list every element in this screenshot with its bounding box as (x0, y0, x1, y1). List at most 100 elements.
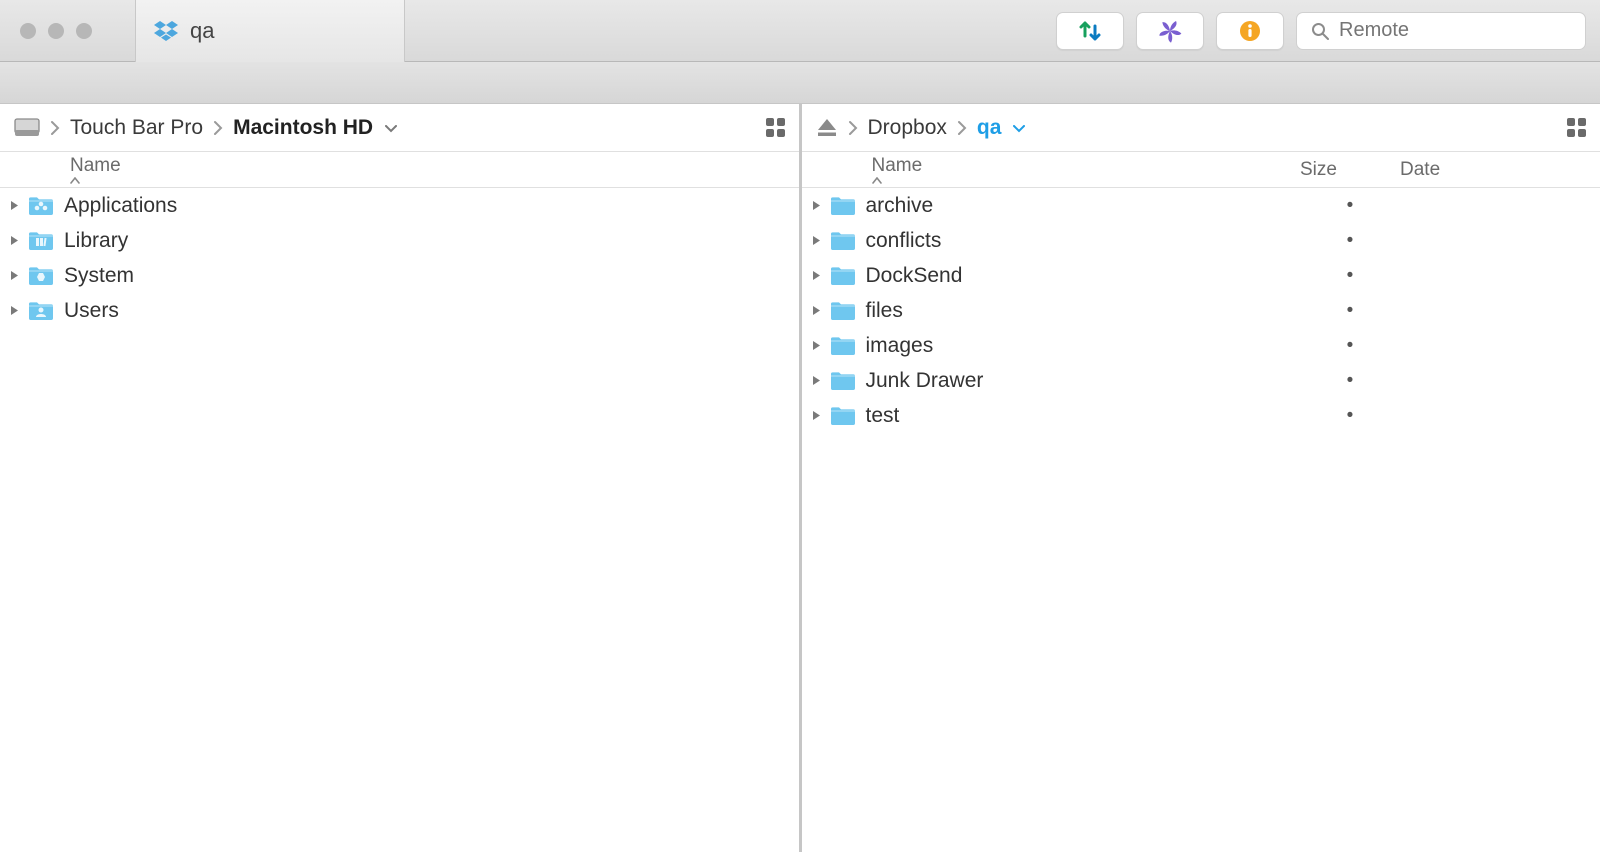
left-pane: Touch Bar Pro Macintosh HD Name (0, 104, 802, 852)
left-column-header: Name (0, 152, 799, 188)
disclosure-triangle-icon[interactable] (812, 235, 830, 246)
eject-icon[interactable] (816, 118, 838, 138)
disclosure-triangle-icon[interactable] (812, 340, 830, 351)
item-name: Library (64, 229, 799, 253)
folder-icon (28, 300, 64, 322)
item-size: • (1300, 195, 1400, 217)
breadcrumb-macintosh-hd[interactable]: Macintosh HD (233, 116, 397, 140)
grid-view-button[interactable] (1567, 118, 1586, 137)
close-window-button[interactable] (20, 23, 36, 39)
item-name: conflicts (866, 229, 1301, 253)
column-size-header[interactable]: Size (1300, 159, 1400, 181)
item-name: images (866, 334, 1301, 358)
dropbox-icon (154, 19, 178, 43)
folder-icon (830, 335, 866, 357)
item-size: • (1300, 265, 1400, 287)
item-name: files (866, 299, 1301, 323)
chevron-right-icon (50, 120, 60, 136)
info-icon (1239, 20, 1261, 42)
file-row[interactable]: archive• (802, 188, 1600, 223)
file-row[interactable]: Library (0, 223, 799, 258)
file-row[interactable]: Users (0, 293, 799, 328)
disclosure-triangle-icon[interactable] (10, 235, 28, 246)
folder-icon (28, 230, 64, 252)
sort-asc-icon (872, 177, 1301, 184)
sort-asc-icon (70, 177, 799, 184)
info-button[interactable] (1216, 12, 1284, 50)
column-name-header[interactable]: Name (802, 155, 1301, 184)
column-name-header[interactable]: Name (0, 155, 799, 184)
grid-view-button[interactable] (766, 118, 785, 137)
item-name: Applications (64, 194, 799, 218)
column-date-header[interactable]: Date (1400, 159, 1600, 181)
right-file-list: archive•conflicts•DockSend•files•images•… (802, 188, 1600, 852)
file-row[interactable]: System (0, 258, 799, 293)
item-name: Users (64, 299, 799, 323)
search-input[interactable] (1339, 19, 1571, 42)
item-name: archive (866, 194, 1301, 218)
search-field[interactable] (1296, 12, 1586, 50)
folder-icon (28, 195, 64, 217)
chevron-down-icon (1013, 125, 1025, 133)
file-row[interactable]: test• (802, 398, 1600, 433)
activity-button[interactable] (1136, 12, 1204, 50)
folder-icon (830, 230, 866, 252)
secondary-toolbar (0, 62, 1600, 104)
folder-icon (830, 300, 866, 322)
item-name: test (866, 404, 1301, 428)
folder-icon (830, 405, 866, 427)
disclosure-triangle-icon[interactable] (812, 410, 830, 421)
tab-title: qa (190, 18, 214, 44)
column-label: Name (70, 155, 121, 176)
item-size: • (1300, 335, 1400, 357)
disclosure-triangle-icon[interactable] (10, 200, 28, 211)
breadcrumb-dropbox[interactable]: Dropbox (868, 116, 947, 140)
toolbar (1056, 12, 1600, 50)
breadcrumb-qa[interactable]: qa (977, 116, 1025, 140)
item-size: • (1300, 405, 1400, 427)
window-controls (0, 23, 135, 39)
disclosure-triangle-icon[interactable] (812, 375, 830, 386)
right-breadcrumb-bar: Dropbox qa (802, 104, 1600, 152)
file-row[interactable]: images• (802, 328, 1600, 363)
disclosure-triangle-icon[interactable] (812, 305, 830, 316)
left-breadcrumb-bar: Touch Bar Pro Macintosh HD (0, 104, 799, 152)
breadcrumb-label: Macintosh HD (233, 116, 373, 139)
folder-icon (830, 265, 866, 287)
grid-icon (1567, 118, 1586, 137)
item-size: • (1300, 370, 1400, 392)
file-row[interactable]: DockSend• (802, 258, 1600, 293)
right-pane: Dropbox qa Name Size D (802, 104, 1600, 852)
search-icon (1311, 22, 1329, 40)
chevron-right-icon (957, 120, 967, 136)
disclosure-triangle-icon[interactable] (812, 270, 830, 281)
tab-qa[interactable]: qa (135, 0, 405, 62)
chevron-down-icon (385, 125, 397, 133)
file-row[interactable]: conflicts• (802, 223, 1600, 258)
column-label: Name (872, 155, 923, 176)
disclosure-triangle-icon[interactable] (10, 270, 28, 281)
sync-button[interactable] (1056, 12, 1124, 50)
file-row[interactable]: Applications (0, 188, 799, 223)
zoom-window-button[interactable] (76, 23, 92, 39)
local-drive-icon[interactable] (14, 118, 40, 138)
chevron-right-icon (213, 120, 223, 136)
breadcrumb-touch-bar-pro[interactable]: Touch Bar Pro (70, 116, 203, 140)
item-name: DockSend (866, 264, 1301, 288)
folder-icon (830, 195, 866, 217)
grid-icon (766, 118, 785, 137)
pinwheel-icon (1158, 19, 1182, 43)
item-size: • (1300, 300, 1400, 322)
folder-icon (830, 370, 866, 392)
minimize-window-button[interactable] (48, 23, 64, 39)
disclosure-triangle-icon[interactable] (10, 305, 28, 316)
right-column-header: Name Size Date (802, 152, 1600, 188)
file-row[interactable]: files• (802, 293, 1600, 328)
file-row[interactable]: Junk Drawer• (802, 363, 1600, 398)
folder-icon (28, 265, 64, 287)
item-name: Junk Drawer (866, 369, 1301, 393)
disclosure-triangle-icon[interactable] (812, 200, 830, 211)
sync-icon (1077, 20, 1103, 42)
chevron-right-icon (848, 120, 858, 136)
item-size: • (1300, 230, 1400, 252)
